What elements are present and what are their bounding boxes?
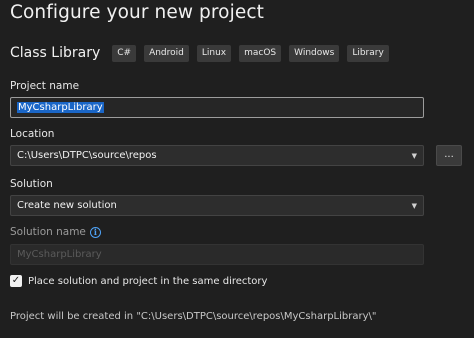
location-value: C:\Users\DTPC\source\repos bbox=[17, 150, 157, 161]
same-directory-label: Place solution and project in the same d… bbox=[28, 275, 268, 287]
chevron-down-icon[interactable]: ▼ bbox=[412, 202, 417, 210]
solution-name-label: Solution name bbox=[10, 226, 86, 238]
solution-name-placeholder: MyCsharpLibrary bbox=[17, 249, 102, 260]
solution-value: Create new solution bbox=[17, 200, 117, 211]
solution-dropdown[interactable]: Create new solution ▼ bbox=[10, 195, 424, 216]
tag-macos: macOS bbox=[239, 44, 282, 62]
solution-name-label-row: Solution name i bbox=[10, 226, 101, 238]
project-name-input[interactable]: MyCsharpLibrary bbox=[10, 97, 424, 118]
project-name-value: MyCsharpLibrary bbox=[17, 102, 104, 113]
solution-label: Solution bbox=[10, 178, 53, 190]
location-combobox[interactable]: C:\Users\DTPC\source\repos ▼ bbox=[10, 145, 424, 166]
tag-android: Android bbox=[144, 44, 189, 62]
chevron-down-icon[interactable]: ▼ bbox=[412, 152, 417, 160]
page-title: Configure your new project bbox=[10, 2, 264, 23]
tag-library: Library bbox=[347, 44, 389, 62]
project-name-label: Project name bbox=[10, 80, 80, 92]
solution-name-input: MyCsharpLibrary bbox=[10, 244, 424, 265]
tag-linux: Linux bbox=[196, 44, 232, 62]
location-label: Location bbox=[10, 128, 55, 140]
tag-csharp: C# bbox=[112, 44, 137, 62]
browse-button[interactable]: ... bbox=[436, 145, 462, 166]
project-path-summary: Project will be created in "C:\Users\DTP… bbox=[10, 311, 377, 322]
template-name: Class Library bbox=[10, 45, 101, 61]
tag-windows: Windows bbox=[289, 44, 340, 62]
template-tags: C# Android Linux macOS Windows Library bbox=[112, 44, 389, 62]
configure-project-dialog: Configure your new project Class Library… bbox=[0, 0, 474, 338]
same-directory-option[interactable]: ✓ Place solution and project in the same… bbox=[10, 275, 267, 287]
template-summary: Class Library C# Android Linux macOS Win… bbox=[10, 43, 389, 63]
info-icon[interactable]: i bbox=[89, 226, 101, 238]
checkmark-icon[interactable]: ✓ bbox=[10, 275, 22, 287]
